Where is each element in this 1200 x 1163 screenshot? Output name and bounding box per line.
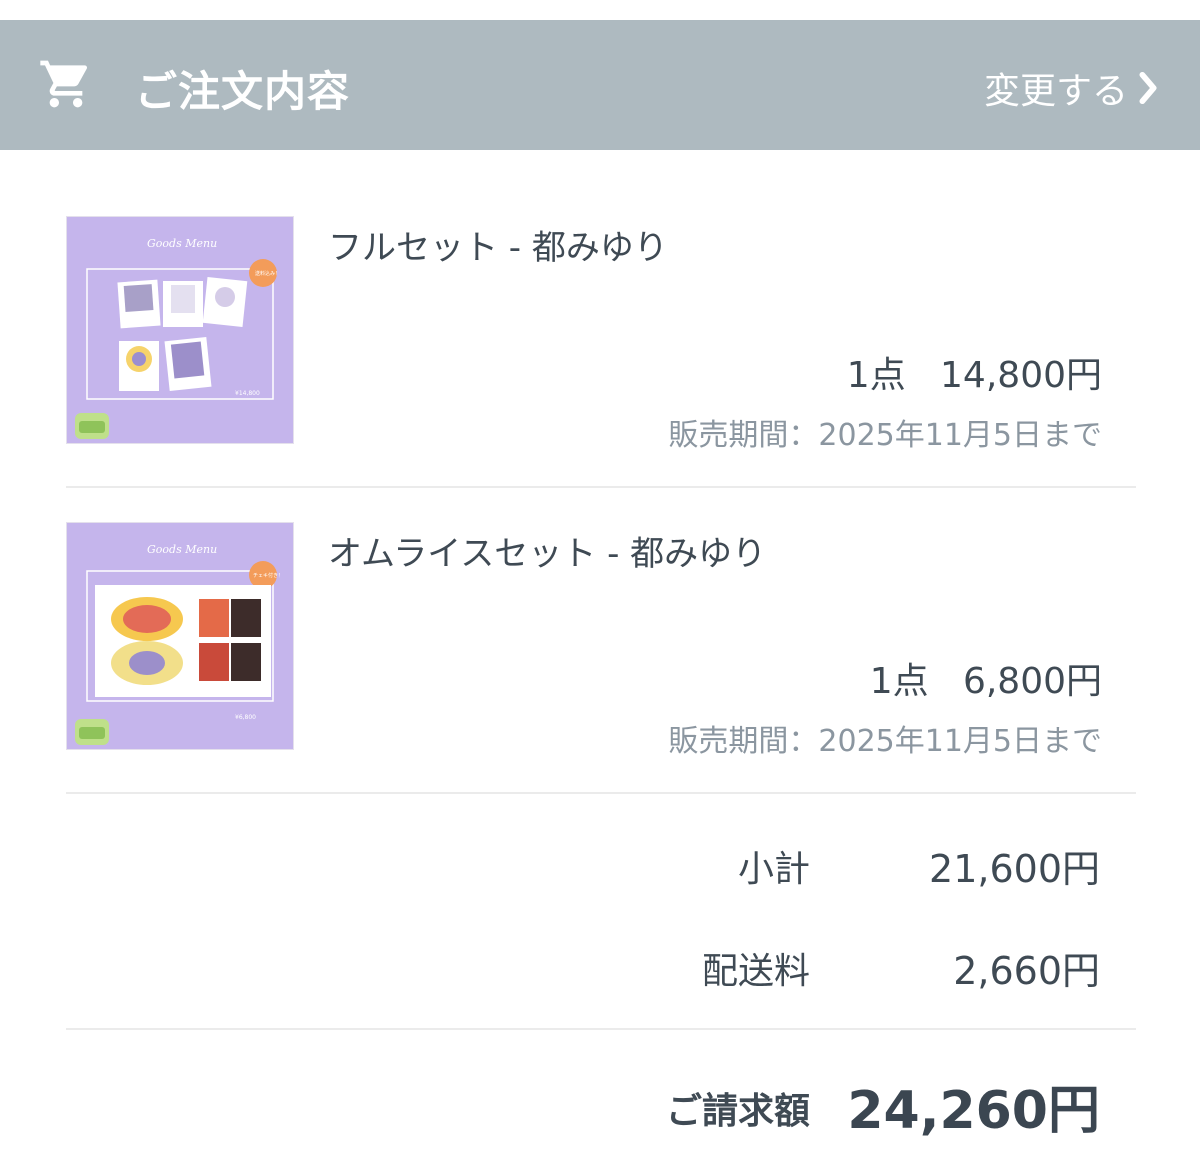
item-sale-period: 販売期間：2025年11月5日まで bbox=[668, 418, 1102, 453]
total-value: 24,260円 bbox=[847, 1081, 1100, 1141]
thumb-badge: チェキ付き！ bbox=[253, 572, 283, 579]
change-order-label: 変更する bbox=[983, 71, 1128, 112]
item-name: オムライスセット - 都みゆり bbox=[328, 534, 767, 574]
shipping-value: 2,660円 bbox=[953, 949, 1100, 993]
product-thumbnail[interactable]: Goods Menu チェキ付き！ ¥6,800 bbox=[66, 522, 294, 750]
order-item: Goods Menu チェキ付き！ ¥6,800 オムライスセット - 都みゆり… bbox=[66, 522, 1136, 759]
item-name: フルセット - 都みゆり bbox=[328, 228, 668, 268]
divider bbox=[66, 486, 1136, 488]
shipping-label: 配送料 bbox=[701, 951, 810, 992]
change-order-link[interactable]: 変更する bbox=[984, 62, 1158, 114]
item-qty-price: 1点 14,800円 bbox=[846, 355, 1102, 396]
goods-menu-title: Goods Menu bbox=[147, 237, 217, 250]
item-sale-period: 販売期間：2025年11月5日まで bbox=[668, 724, 1102, 759]
thumb-price: ¥6,800 bbox=[235, 714, 256, 721]
order-item: Goods Menu 送料込み！ ¥14,800 フルセット - 都みゆり 1点… bbox=[66, 216, 1136, 453]
shopping-cart-icon bbox=[40, 60, 88, 108]
subtotal-label: 小計 bbox=[737, 849, 810, 890]
goods-menu-title: Goods Menu bbox=[147, 543, 217, 556]
product-thumbnail[interactable]: Goods Menu 送料込み！ ¥14,800 bbox=[66, 216, 294, 444]
page-title: ご注文内容 bbox=[135, 67, 351, 116]
order-header: ご注文内容 変更する bbox=[0, 20, 1200, 150]
product-image: Goods Menu 送料込み！ ¥14,800 bbox=[67, 217, 293, 443]
item-qty-price: 1点 6,800円 bbox=[869, 661, 1102, 702]
chevron-right-icon bbox=[1139, 71, 1157, 105]
thumb-price: ¥14,800 bbox=[235, 390, 260, 397]
total-label: ご請求額 bbox=[665, 1091, 810, 1132]
subtotal-value: 21,600円 bbox=[929, 847, 1100, 891]
divider bbox=[66, 792, 1136, 794]
divider bbox=[66, 1028, 1136, 1030]
product-image: Goods Menu チェキ付き！ ¥6,800 bbox=[67, 523, 293, 749]
thumb-badge: 送料込み！ bbox=[255, 270, 280, 277]
